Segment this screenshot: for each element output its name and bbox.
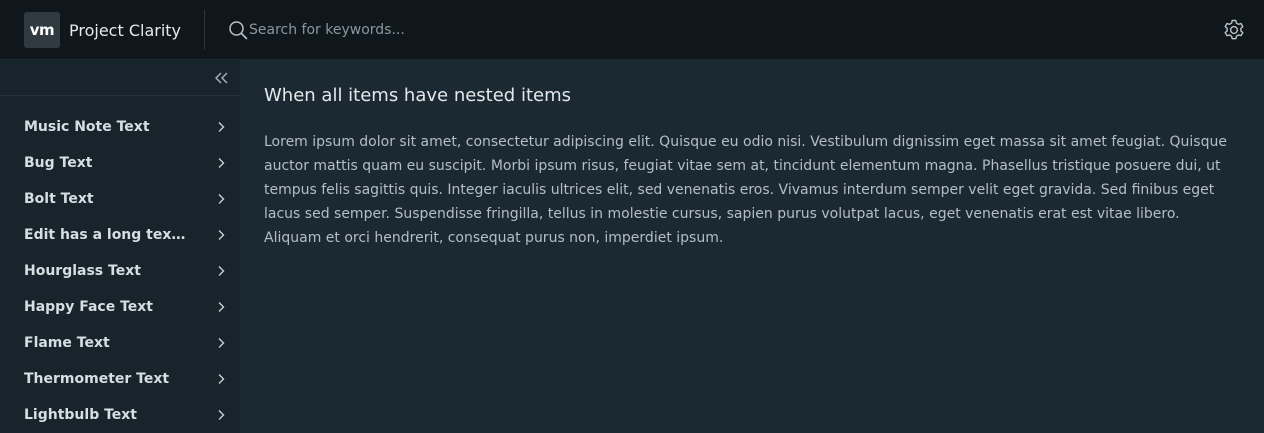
search-input[interactable] xyxy=(249,18,549,42)
double-chevron-left-icon[interactable] xyxy=(213,70,231,86)
search-box[interactable] xyxy=(228,18,549,42)
sidebar-collapse-bar xyxy=(0,60,240,96)
content-paragraph: Lorem ipsum dolor sit amet, consectetur … xyxy=(264,134,1227,246)
content-area: When all items have nested items Lorem i… xyxy=(240,60,1264,433)
chevron-right-icon xyxy=(215,370,227,389)
sidebar-item-happy-face[interactable]: Happy Face Text xyxy=(0,289,240,325)
sidebar-item-label: Hourglass Text xyxy=(24,263,141,279)
sidebar: Music Note Text Bug Text Bolt Text Edit … xyxy=(0,60,240,433)
sidebar-item-music-note[interactable]: Music Note Text xyxy=(0,109,240,145)
sidebar-item-thermometer[interactable]: Thermometer Text xyxy=(0,361,240,397)
chevron-right-icon xyxy=(215,406,227,425)
chevron-right-icon xyxy=(215,190,227,209)
search-icon xyxy=(228,20,248,40)
header-divider xyxy=(204,10,205,50)
app-header: vm Project Clarity xyxy=(0,0,1264,60)
sidebar-nav-list: Music Note Text Bug Text Bolt Text Edit … xyxy=(0,96,240,433)
gear-icon[interactable] xyxy=(1221,17,1247,43)
vmware-logo: vm xyxy=(24,12,60,48)
sidebar-item-label: Happy Face Text xyxy=(24,299,153,315)
app-title: Project Clarity xyxy=(69,20,182,40)
chevron-right-icon xyxy=(215,334,227,353)
chevron-right-icon xyxy=(215,118,227,137)
sidebar-item-label: Edit has a long text th... xyxy=(24,227,189,243)
chevron-right-icon xyxy=(215,262,227,281)
sidebar-item-label: Music Note Text xyxy=(24,119,150,135)
chevron-right-icon xyxy=(215,154,227,173)
sidebar-item-label: Flame Text xyxy=(24,335,110,351)
sidebar-item-label: Bolt Text xyxy=(24,191,94,207)
sidebar-item-label: Thermometer Text xyxy=(24,371,170,387)
sidebar-item-bolt[interactable]: Bolt Text xyxy=(0,181,240,217)
sidebar-item-lightbulb[interactable]: Lightbulb Text xyxy=(0,397,240,433)
sidebar-item-label: Lightbulb Text xyxy=(24,407,137,423)
chevron-right-icon xyxy=(215,226,227,245)
page-title: When all items have nested items xyxy=(264,85,572,106)
sidebar-item-hourglass[interactable]: Hourglass Text xyxy=(0,253,240,289)
sidebar-item-bug[interactable]: Bug Text xyxy=(0,145,240,181)
sidebar-item-flame[interactable]: Flame Text xyxy=(0,325,240,361)
branding[interactable]: vm Project Clarity xyxy=(24,12,181,48)
sidebar-item-edit[interactable]: Edit has a long text th... xyxy=(0,217,240,253)
chevron-right-icon xyxy=(215,298,227,317)
sidebar-item-label: Bug Text xyxy=(24,155,93,171)
